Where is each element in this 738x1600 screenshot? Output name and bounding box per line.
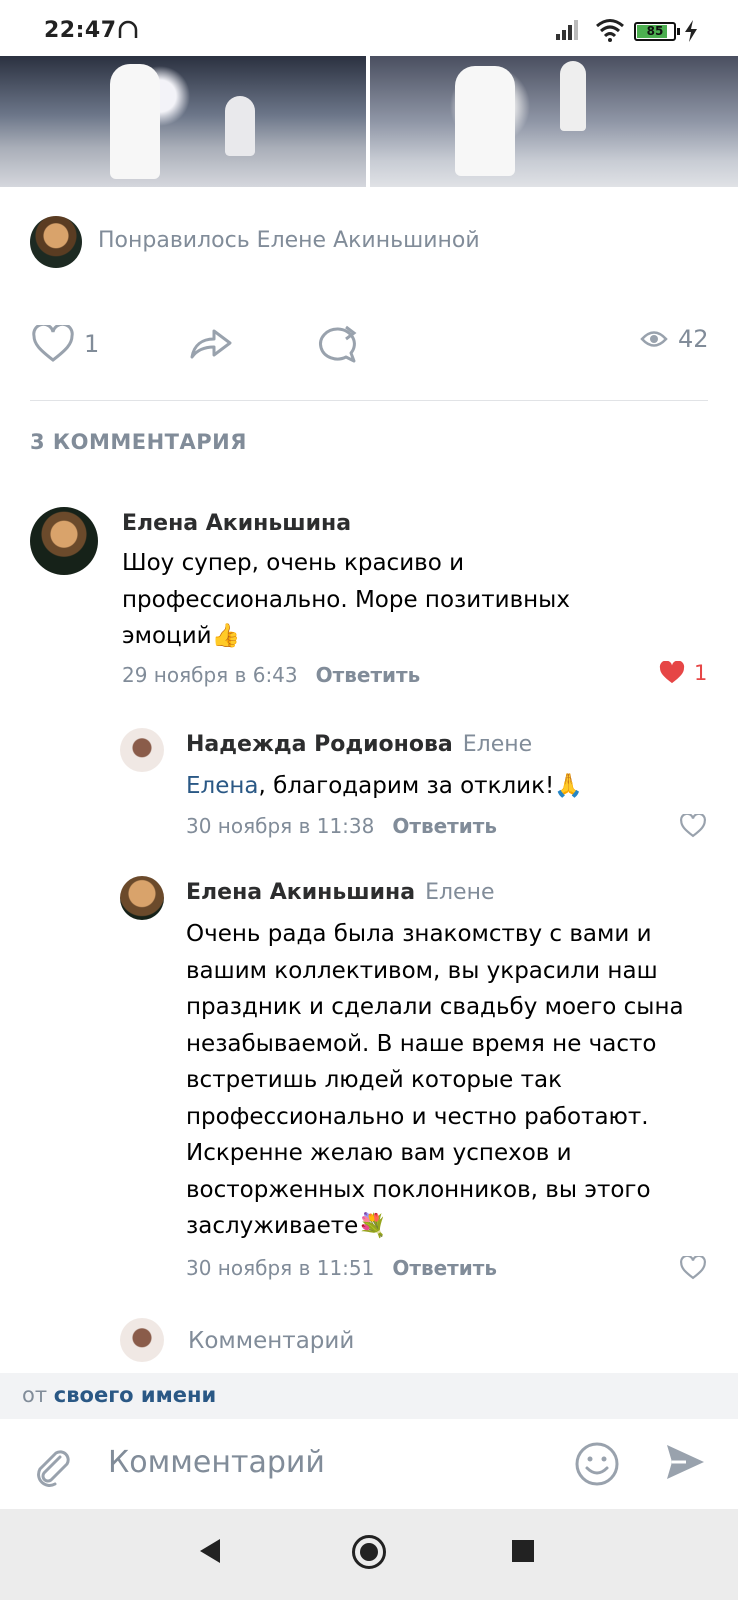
wifi-icon — [595, 18, 625, 46]
signal-icon — [556, 20, 580, 44]
views-indicator: 42 — [640, 325, 709, 353]
comment-input[interactable]: Комментарий — [108, 1445, 325, 1480]
back-icon[interactable] — [200, 1539, 220, 1563]
post-as-bar: от своего имени — [0, 1373, 738, 1419]
recent-apps-icon[interactable] — [512, 1540, 534, 1562]
comment-like-button[interactable] — [680, 1254, 706, 1284]
comment-author[interactable]: Надежда Родионова Елене — [186, 732, 532, 757]
status-bar: 22:47 85 — [0, 0, 738, 56]
comment-date: 30 ноября в 11:51 — [186, 1256, 375, 1280]
comment-item: Елена Акиньшина Шоу супер, очень красиво… — [30, 507, 720, 697]
post-photos — [0, 56, 738, 187]
avatar[interactable] — [120, 876, 164, 920]
comments-count-header: 3 КОММЕНТАРИЯ — [30, 430, 247, 454]
comment-likes-count: 1 — [694, 661, 708, 685]
mention-link[interactable]: Елена — [186, 773, 259, 799]
share-button[interactable] — [188, 325, 234, 361]
comment-like-button[interactable] — [680, 812, 706, 842]
reply-button[interactable]: Ответить — [392, 1256, 497, 1280]
heart-filled-icon — [659, 661, 685, 684]
like-button[interactable]: 1 — [32, 325, 99, 363]
avatar — [120, 1318, 164, 1362]
liked-by-text: Понравилось Елене Акиньшиной — [98, 228, 480, 253]
post-photo-2[interactable] — [370, 56, 738, 187]
post-as-link[interactable]: своего имени — [54, 1383, 216, 1407]
charging-icon — [684, 20, 698, 46]
headphones-icon — [118, 20, 138, 46]
post-actions: 1 42 — [0, 325, 738, 375]
emoji-icon[interactable] — [574, 1441, 620, 1491]
comment-meta: 29 ноября в 6:43 Ответить — [122, 663, 420, 687]
comment-meta: 30 ноября в 11:38 Ответить — [186, 814, 497, 838]
reply-button[interactable]: Ответить — [392, 814, 497, 838]
heart-outline-icon — [680, 812, 706, 838]
comment-item: Елена Акиньшина Елене Очень рада была зна… — [120, 876, 720, 1296]
comment-text: Елена, благодарим за отклик!🙏 — [186, 773, 583, 799]
comment-like-button[interactable]: 1 — [658, 661, 707, 685]
home-icon[interactable] — [352, 1535, 386, 1569]
comment-date: 30 ноября в 11:38 — [186, 814, 375, 838]
post-as-text: от своего имени — [22, 1383, 217, 1407]
comment-author[interactable]: Елена Акиньшина — [122, 511, 351, 536]
system-nav-bar — [0, 1509, 738, 1600]
status-time: 22:47 — [44, 18, 117, 43]
heart-outline-icon — [680, 1254, 706, 1280]
comment-date: 29 ноября в 6:43 — [122, 663, 298, 687]
comment-text: Шоу супер, очень красиво и профессиональ… — [122, 550, 570, 649]
inline-comment-placeholder: Комментарий — [188, 1328, 355, 1354]
reply-to-label: Елене — [425, 880, 495, 905]
views-count: 42 — [678, 325, 709, 353]
heart-outline-icon — [32, 325, 74, 362]
post-photo-1[interactable] — [0, 56, 366, 187]
battery-level: 85 — [646, 24, 664, 38]
divider — [30, 400, 708, 401]
eye-icon — [640, 331, 668, 347]
avatar — [30, 216, 82, 268]
send-icon[interactable] — [664, 1441, 706, 1487]
share-arrow-icon — [190, 329, 232, 359]
comment-meta: 30 ноября в 11:51 Ответить — [186, 1256, 497, 1280]
avatar[interactable] — [120, 728, 164, 772]
battery-icon: 85 — [634, 22, 680, 41]
comment-item: Надежда Родионова Елене Елена, благодарим… — [120, 728, 720, 838]
comment-composer: Комментарий — [0, 1419, 738, 1509]
comment-text: Очень рада была знакомству с вами и ваши… — [186, 921, 684, 1239]
reply-button[interactable]: Ответить — [316, 663, 421, 687]
comment-author[interactable]: Елена Акиньшина Елене — [186, 880, 495, 905]
avatar[interactable] — [30, 507, 98, 575]
attach-icon[interactable] — [30, 1443, 74, 1491]
repost-bubble-icon — [319, 325, 357, 363]
reply-to-label: Елене — [462, 732, 533, 757]
likes-count: 1 — [84, 330, 100, 358]
repost-button[interactable] — [316, 325, 360, 365]
